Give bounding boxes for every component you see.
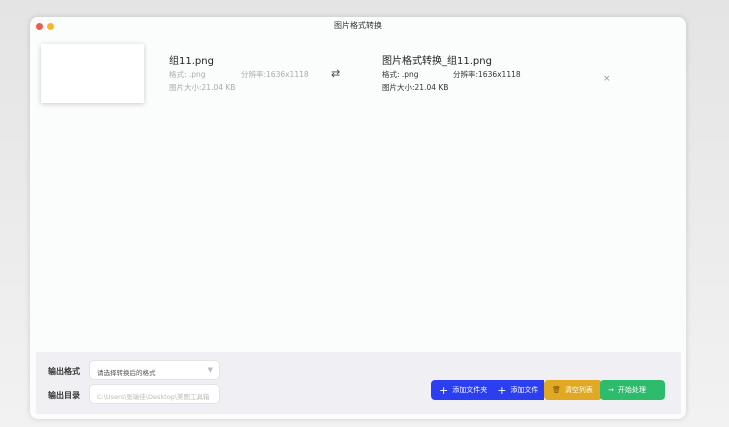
add-folder-button[interactable]: + 添加文件夹 + 添加文件 [431, 380, 544, 400]
source-size: 图片大小:21.04 KB [169, 83, 236, 92]
source-name: 组11.png [169, 56, 214, 67]
clear-list-button[interactable]: 🗑 清空列表 [544, 380, 602, 400]
start-button[interactable]: → 开始处理 [600, 380, 665, 400]
output-format-placeholder: 请选择转换后的格式 [97, 369, 156, 377]
clear-list-label: 清空列表 [564, 386, 593, 394]
target-size: 图片大小:21.04 KB [382, 83, 449, 92]
arrow-right-icon: → [608, 386, 614, 394]
target-format: 格式: .png [382, 70, 419, 79]
output-dir-input[interactable]: C:\Users\张瑞佳\Desktop\美图工具箱 [89, 384, 220, 404]
dropdown-arrow-icon: ▼ [207, 366, 213, 374]
add-file-button[interactable]: 添加文件 [510, 385, 538, 395]
remove-item-icon[interactable]: × [603, 74, 611, 84]
target-name: 图片格式转换_组11.png [382, 56, 492, 67]
output-format-select[interactable]: 请选择转换后的格式 ▼ [89, 360, 220, 380]
trash-icon: 🗑 [552, 386, 561, 394]
app-window: 图片格式转换 组11.png 格式: .png 分辨率:1636x1118 图片… [30, 17, 686, 419]
window-title: 图片格式转换 [334, 21, 382, 30]
target-resolution: 分辨率:1636x1118 [453, 70, 521, 79]
source-format: 格式: .png [169, 70, 206, 79]
bottom-panel: 输出格式 请选择转换后的格式 ▼ 输出目录 C:\Users\张瑞佳\Deskt… [36, 352, 681, 414]
convert-icon: ⇄ [331, 67, 341, 80]
image-thumbnail [41, 44, 144, 103]
source-resolution: 分辨率:1636x1118 [241, 70, 309, 79]
plus-icon: + [439, 383, 449, 397]
add-folder-label: 添加文件夹 [452, 386, 488, 394]
start-label: 开始处理 [617, 386, 646, 394]
output-format-label: 输出格式 [48, 367, 80, 376]
plus-icon: + [497, 383, 507, 397]
output-dir-label: 输出目录 [48, 391, 80, 400]
